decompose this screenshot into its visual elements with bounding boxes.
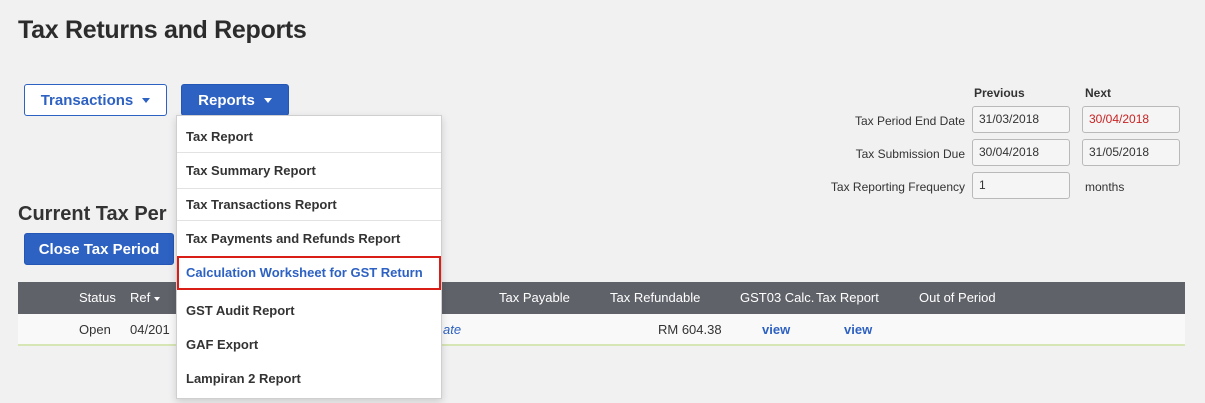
close-tax-period-button[interactable]: Close Tax Period <box>24 233 174 265</box>
col-header-gst03-calc[interactable]: GST03 Calc. <box>740 282 814 314</box>
next-end-date-field: 30/04/2018 <box>1082 106 1180 133</box>
menu-divider <box>177 152 441 153</box>
col-header-tax-report[interactable]: Tax Report <box>816 282 879 314</box>
menu-item-tax-summary-report[interactable]: Tax Summary Report <box>177 154 441 188</box>
gst03-view-link[interactable]: view <box>762 314 790 346</box>
row-status: Open <box>79 322 111 337</box>
tax-period-end-date-label: Tax Period End Date <box>854 114 965 128</box>
menu-item-gaf-export[interactable]: GAF Export <box>177 328 441 362</box>
next-submission-due-field: 31/05/2018 <box>1082 139 1180 166</box>
tax-report-view-link[interactable]: view <box>844 314 872 346</box>
menu-item-lampiran-2-report[interactable]: Lampiran 2 Report <box>177 362 441 396</box>
tax-reporting-frequency-label: Tax Reporting Frequency <box>830 180 965 194</box>
col-header-out-of-period[interactable]: Out of Period <box>919 282 996 314</box>
row-ref: 04/201 <box>130 322 170 337</box>
col-header-ref[interactable]: Ref <box>130 282 161 314</box>
current-tax-period-title: Current Tax Per <box>18 203 167 225</box>
caret-down-icon <box>142 97 151 103</box>
reports-menu: Tax Report Tax Summary Report Tax Transa… <box>176 115 442 399</box>
col-header-tax-payable[interactable]: Tax Payable <box>499 282 570 314</box>
frequency-unit-label: months <box>1085 180 1125 194</box>
previous-submission-due-field: 30/04/2018 <box>972 139 1070 166</box>
reports-button-label: Reports <box>198 91 255 109</box>
col-header-tax-refundable[interactable]: Tax Refundable <box>610 282 700 314</box>
reports-dropdown-button[interactable]: Reports <box>181 84 289 116</box>
previous-end-date-field: 31/03/2018 <box>972 106 1070 133</box>
tax-reporting-frequency-field: 1 <box>972 172 1070 199</box>
menu-item-tax-report[interactable]: Tax Report <box>177 120 441 154</box>
row-date-link[interactable]: ate <box>443 314 461 346</box>
tax-submission-due-label: Tax Submission Due <box>855 147 965 161</box>
page-title: Tax Returns and Reports <box>18 16 307 44</box>
next-column-label: Next <box>1085 86 1112 100</box>
col-header-ref-label: Ref <box>130 290 151 305</box>
caret-down-icon <box>263 97 272 103</box>
sort-down-icon <box>154 296 161 301</box>
menu-item-calculation-worksheet-gst-return[interactable]: Calculation Worksheet for GST Return <box>177 256 441 290</box>
menu-item-gst-audit-report[interactable]: GST Audit Report <box>177 294 441 328</box>
transactions-dropdown-button[interactable]: Transactions <box>24 84 167 116</box>
menu-item-tax-payments-refunds-report[interactable]: Tax Payments and Refunds Report <box>177 222 441 256</box>
menu-divider <box>177 220 441 221</box>
previous-column-label: Previous <box>974 86 1025 100</box>
col-header-status[interactable]: Status <box>79 282 116 314</box>
menu-item-tax-transactions-report[interactable]: Tax Transactions Report <box>177 188 441 222</box>
transactions-button-label: Transactions <box>40 91 134 109</box>
row-tax-refundable: RM 604.38 <box>658 322 722 337</box>
